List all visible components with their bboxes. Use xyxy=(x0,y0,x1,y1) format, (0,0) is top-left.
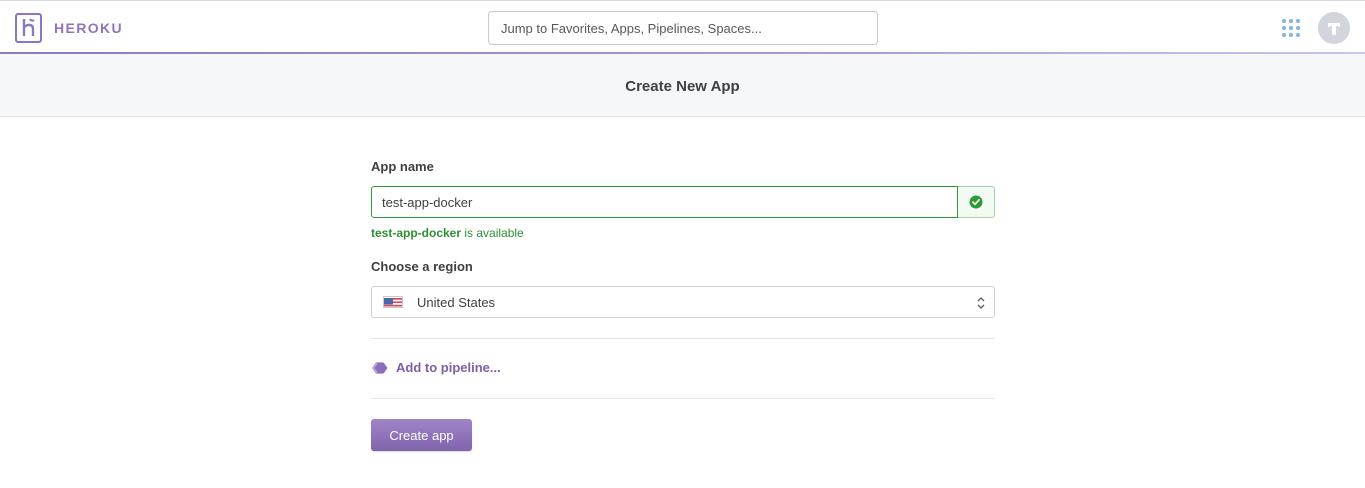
app-name-field-group xyxy=(371,186,995,218)
pipeline-icon xyxy=(372,361,388,374)
search-input[interactable] xyxy=(488,11,878,45)
select-chevrons-icon xyxy=(977,297,985,309)
brand-name: HEROKU xyxy=(54,20,124,36)
available-app-name: test-app-docker xyxy=(371,226,462,240)
heroku-logo[interactable]: HEROKU xyxy=(15,13,123,43)
section-divider xyxy=(371,398,995,399)
section-divider xyxy=(371,338,995,339)
region-label: Choose a region xyxy=(371,259,473,274)
availability-text: is available xyxy=(461,226,524,240)
user-avatar-icon[interactable] xyxy=(1318,12,1350,44)
add-to-pipeline-label: Add to pipeline... xyxy=(396,360,501,375)
availability-status xyxy=(958,186,995,218)
top-navbar: HEROKU xyxy=(0,0,1365,55)
page-title: Create New App xyxy=(625,77,740,95)
app-name-input[interactable] xyxy=(371,186,958,218)
region-select[interactable]: United States xyxy=(371,286,995,318)
apps-grid-icon[interactable] xyxy=(1282,19,1300,37)
create-app-button[interactable]: Create app xyxy=(371,419,472,451)
us-flag-icon xyxy=(383,296,403,308)
heroku-logo-icon xyxy=(15,13,42,43)
selected-region: United States xyxy=(417,294,496,310)
availability-message: test-app-docker is available xyxy=(371,226,524,240)
add-to-pipeline-link[interactable]: Add to pipeline... xyxy=(371,360,501,375)
page-header: Create New App xyxy=(0,54,1365,117)
app-name-label: App name xyxy=(371,159,434,174)
check-circle-icon xyxy=(969,195,983,209)
